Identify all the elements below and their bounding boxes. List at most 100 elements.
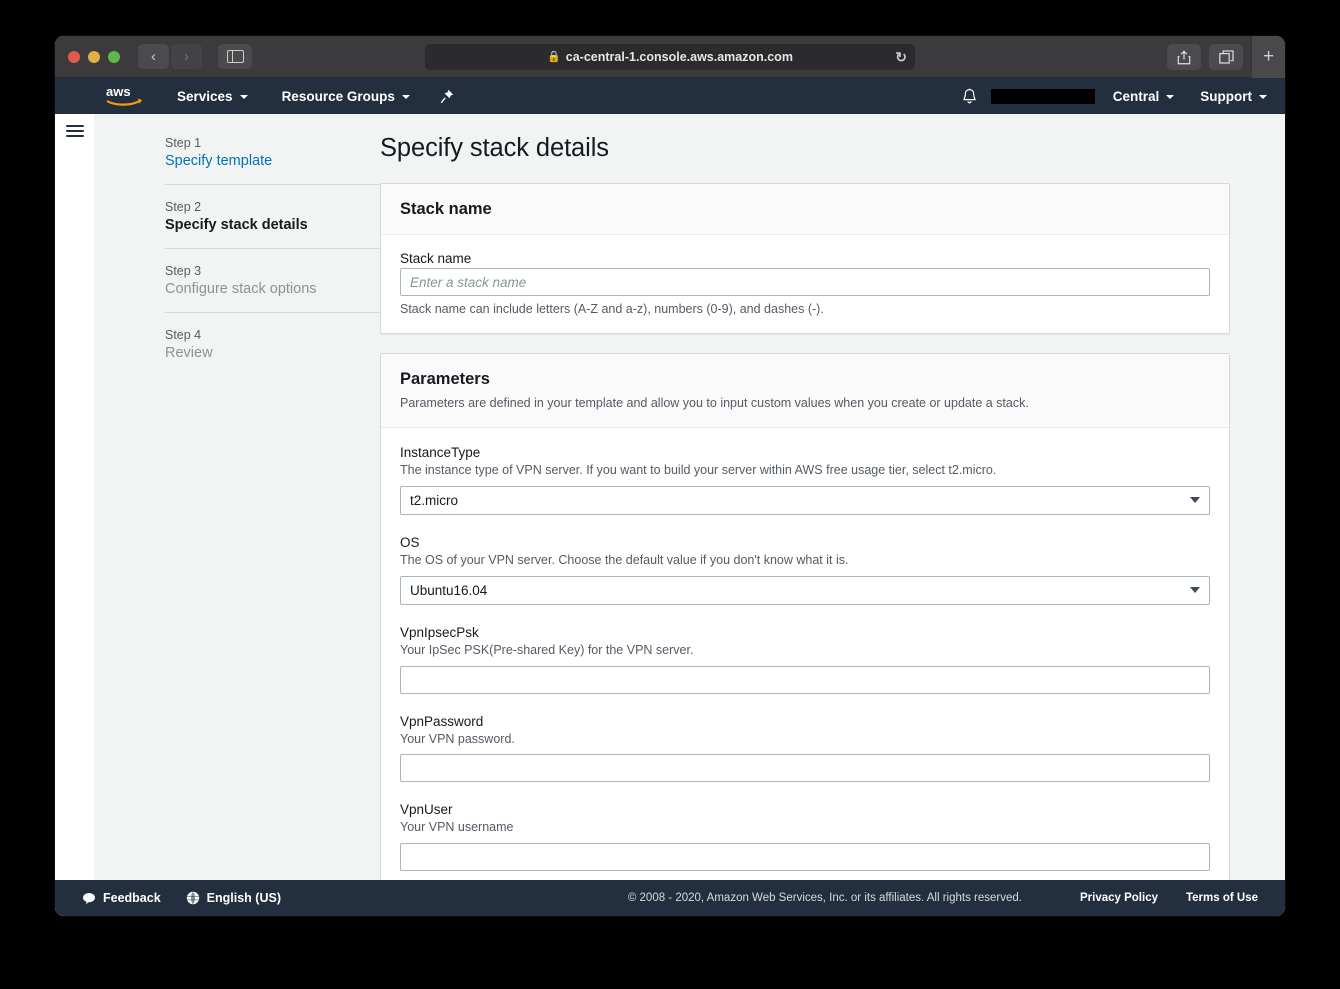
sidebar-item-step-3[interactable]: Step 3 Configure stack options — [165, 248, 380, 312]
stack-name-field: Stack name Stack name can include letter… — [400, 251, 1210, 316]
minimize-window-button[interactable] — [88, 50, 100, 63]
copyright-text: © 2008 - 2020, Amazon Web Services, Inc.… — [627, 892, 1022, 904]
parameter-vpnuser: VpnUser Your VPN username — [400, 802, 1210, 872]
nav-services[interactable]: Services — [177, 89, 248, 104]
account-name-redacted[interactable] — [990, 88, 1095, 104]
sidebar-item-step-1[interactable]: Step 1 Specify template — [165, 136, 380, 184]
parameters-card-header: Parameters Parameters are defined in you… — [381, 354, 1229, 428]
step-label: Configure stack options — [165, 281, 317, 297]
browser-window: ‹ › 🔒 ca-central-1.console.aws.amazon.co… — [55, 36, 1285, 916]
window-traffic-lights — [68, 50, 120, 63]
url-text: ca-central-1.console.aws.amazon.com — [565, 50, 793, 64]
instancetype-value: t2.micro — [410, 492, 459, 508]
parameter-label: VpnPassword — [400, 713, 484, 729]
aws-global-navigation: aws Services Resource Groups Central Sup… — [55, 78, 1285, 114]
stack-name-label: Stack name — [400, 251, 472, 266]
browser-navigation-buttons: ‹ › — [138, 44, 202, 69]
nav-services-label: Services — [177, 88, 233, 104]
os-select[interactable]: Ubuntu16.04 — [400, 575, 1210, 605]
os-select-wrapper: Ubuntu16.04 — [400, 575, 1210, 605]
show-tabs-icon[interactable] — [1209, 44, 1243, 70]
chevron-down-icon — [1190, 587, 1200, 594]
terms-of-use-link[interactable]: Terms of Use — [1186, 892, 1258, 904]
stack-name-card: Stack name Stack name Stack name can inc… — [380, 183, 1230, 334]
new-tab-button[interactable]: + — [1251, 36, 1285, 78]
chevron-down-icon — [1259, 95, 1267, 99]
os-value: Ubuntu16.04 — [410, 582, 488, 598]
parameter-vpnipsecpsk: VpnIpsecPsk Your IpSec PSK(Pre-shared Ke… — [400, 625, 1210, 694]
chevron-down-icon — [401, 95, 410, 99]
nav-support-label: Support — [1200, 88, 1252, 104]
aws-nav-right: Central Support — [962, 78, 1275, 114]
parameter-label: VpnIpsecPsk — [400, 624, 479, 640]
parameter-instancetype: InstanceType The instance type of VPN se… — [400, 445, 1210, 515]
wizard-step-sidebar: Step 1 Specify template Step 2 Specify s… — [94, 114, 380, 880]
parameters-card-body: InstanceType The instance type of VPN se… — [381, 428, 1229, 890]
parameter-label: InstanceType — [400, 444, 481, 460]
notifications-bell-icon[interactable] — [962, 88, 977, 105]
sidebar-toggle-button[interactable] — [218, 44, 252, 69]
console-footer: Feedback English (US) © 2008 - 2020, Ama… — [55, 880, 1285, 916]
lock-icon: 🔒 — [547, 51, 561, 63]
step-label: Specify stack details — [165, 217, 308, 233]
stack-name-input[interactable] — [400, 268, 1210, 296]
chevron-down-icon — [1166, 95, 1175, 99]
vpnipsecpsk-input[interactable] — [400, 665, 1210, 694]
parameter-description: The instance type of VPN server. If you … — [400, 462, 997, 477]
console-body: Step 1 Specify template Step 2 Specify s… — [55, 114, 1285, 916]
svg-text:aws: aws — [106, 84, 131, 99]
parameter-description: Your IpSec PSK(Pre-shared Key) for the V… — [400, 642, 694, 657]
nav-resource-groups-label: Resource Groups — [281, 88, 395, 104]
nav-region-selector[interactable]: Central — [1113, 89, 1175, 104]
card-title: Stack name — [400, 200, 492, 218]
reload-icon[interactable]: ↻ — [895, 50, 907, 64]
parameter-description: Your VPN password. — [400, 731, 515, 746]
feedback-icon — [82, 892, 96, 905]
step-number: Step 2 — [165, 200, 202, 214]
pin-icon[interactable] — [440, 89, 454, 104]
footer-right: © 2008 - 2020, Amazon Web Services, Inc.… — [628, 880, 1258, 916]
parameter-description: The OS of your VPN server. Choose the de… — [400, 552, 849, 567]
sidebar-item-step-4[interactable]: Step 4 Review — [165, 312, 380, 376]
step-label: Review — [165, 345, 213, 361]
step-label[interactable]: Specify template — [165, 153, 380, 169]
sidebar-icon — [226, 49, 244, 64]
stack-name-card-header: Stack name — [381, 184, 1229, 235]
main-content: Specify stack details Stack name Stack n… — [380, 114, 1285, 916]
forward-icon[interactable]: › — [171, 44, 202, 69]
address-bar[interactable]: 🔒 ca-central-1.console.aws.amazon.com ↻ — [425, 44, 915, 70]
chevron-down-icon — [239, 95, 248, 99]
nav-resource-groups[interactable]: Resource Groups — [282, 89, 410, 104]
parameter-vpnpassword: VpnPassword Your VPN password. — [400, 714, 1210, 783]
stack-name-card-body: Stack name Stack name can include letter… — [381, 235, 1229, 333]
vpnuser-input[interactable] — [400, 843, 1210, 872]
nav-support[interactable]: Support — [1200, 89, 1267, 104]
console-nav-rail — [55, 114, 94, 880]
step-number: Step 3 — [165, 264, 202, 278]
sidebar-item-step-2[interactable]: Step 2 Specify stack details — [165, 184, 380, 248]
share-icon[interactable] — [1167, 44, 1201, 70]
maximize-window-button[interactable] — [108, 50, 120, 63]
card-description: Parameters are defined in your template … — [400, 396, 1029, 410]
chevron-down-icon — [1190, 497, 1200, 504]
parameter-os: OS The OS of your VPN server. Choose the… — [400, 535, 1210, 605]
privacy-policy-link[interactable]: Privacy Policy — [1080, 892, 1158, 904]
aws-logo[interactable]: aws — [105, 84, 143, 108]
parameters-card: Parameters Parameters are defined in you… — [380, 353, 1230, 892]
browser-toolbar: ‹ › 🔒 ca-central-1.console.aws.amazon.co… — [55, 36, 1285, 78]
vpnpassword-input[interactable] — [400, 754, 1210, 783]
nav-region-label: Central — [1112, 88, 1160, 104]
browser-right-controls: + — [1167, 36, 1285, 78]
page-title: Specify stack details — [380, 134, 609, 162]
close-window-button[interactable] — [68, 50, 80, 63]
instancetype-select[interactable]: t2.micro — [400, 485, 1210, 515]
card-title: Parameters — [400, 370, 490, 388]
feedback-label: Feedback — [103, 891, 161, 905]
language-label: English (US) — [206, 891, 281, 905]
hamburger-menu-icon[interactable] — [65, 125, 84, 137]
language-selector[interactable]: English (US) — [186, 891, 281, 905]
parameter-label: VpnUser — [400, 802, 453, 818]
stack-name-hint: Stack name can include letters (A-Z and … — [400, 302, 824, 316]
feedback-link[interactable]: Feedback — [82, 891, 161, 905]
back-icon[interactable]: ‹ — [138, 44, 169, 69]
